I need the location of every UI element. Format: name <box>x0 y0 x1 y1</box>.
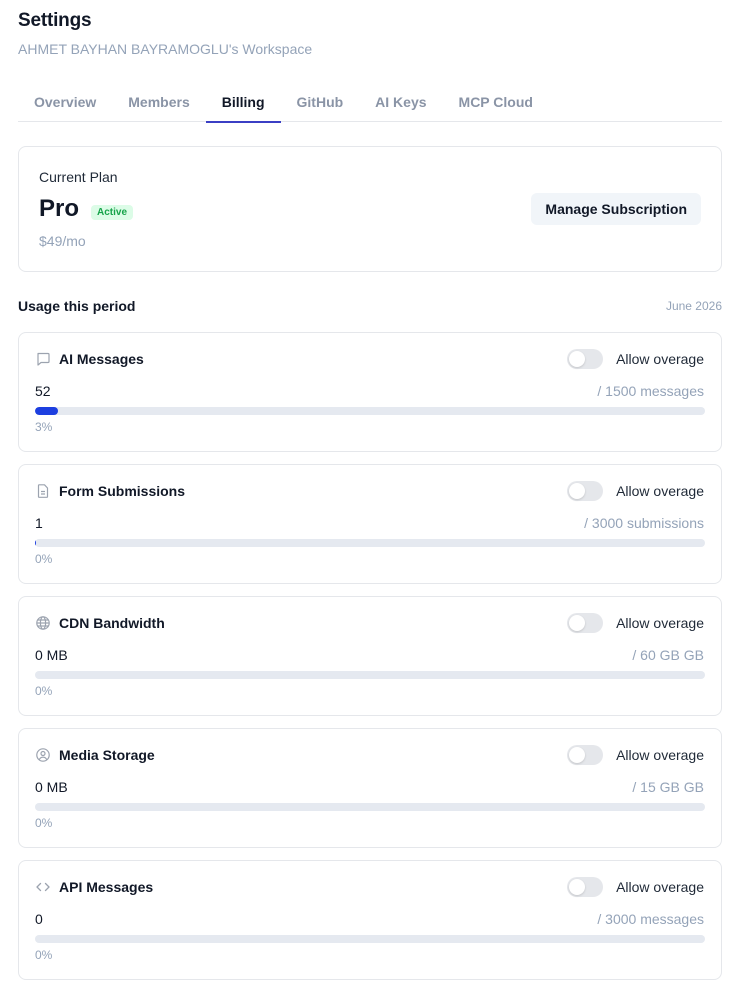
usage-progress-bar <box>35 539 705 547</box>
tab-mcp-cloud[interactable]: MCP Cloud <box>443 82 549 122</box>
code-icon <box>35 879 51 895</box>
usage-card-form-submissions: Form Submissions Allow overage 1 / 3000 … <box>18 464 722 584</box>
usage-name: Media Storage <box>59 747 155 763</box>
allow-overage-label: Allow overage <box>616 747 704 763</box>
tab-github[interactable]: GitHub <box>281 82 360 122</box>
allow-overage-label: Allow overage <box>616 615 704 631</box>
globe-icon <box>35 615 51 631</box>
usage-progress-fill <box>35 407 59 415</box>
usage-section-title: Usage this period <box>18 298 136 314</box>
current-plan-label: Current Plan <box>39 169 118 185</box>
page-title: Settings <box>18 10 92 31</box>
allow-overage-label: Allow overage <box>616 879 704 895</box>
usage-card-api-messages: API Messages Allow overage 0 / 3000 mess… <box>18 860 722 980</box>
settings-tabs: Overview Members Billing GitHub AI Keys … <box>18 82 722 123</box>
allow-overage-toggle[interactable] <box>567 349 603 369</box>
file-icon <box>35 483 51 499</box>
usage-name: AI Messages <box>59 351 144 367</box>
usage-limit: / 3000 messages <box>597 911 704 927</box>
usage-used: 52 <box>35 383 51 399</box>
usage-limit: / 1500 messages <box>597 383 704 399</box>
allow-overage-toggle[interactable] <box>567 613 603 633</box>
allow-overage-label: Allow overage <box>616 351 704 367</box>
usage-percent: 0% <box>35 816 53 830</box>
tab-ai-keys[interactable]: AI Keys <box>359 82 442 122</box>
usage-progress-bar <box>35 407 705 415</box>
plan-price: $49/mo <box>39 233 86 249</box>
usage-name: Form Submissions <box>59 483 186 499</box>
usage-progress-bar <box>35 803 705 811</box>
usage-limit: / 15 GB GB <box>632 779 704 795</box>
usage-limit: / 3000 submissions <box>584 515 704 531</box>
usage-percent: 0% <box>35 948 53 962</box>
usage-card-media-storage: Media Storage Allow overage 0 MB / 15 GB… <box>18 728 722 848</box>
usage-name: API Messages <box>59 879 154 895</box>
usage-limit: / 60 GB GB <box>632 647 704 663</box>
current-plan-card: Current Plan Pro Active $49/mo Manage Su… <box>18 146 722 272</box>
usage-card-cdn-bandwidth: CDN Bandwidth Allow overage 0 MB / 60 GB… <box>18 596 722 716</box>
allow-overage-toggle[interactable] <box>567 745 603 765</box>
usage-used: 0 MB <box>35 779 68 795</box>
usage-card-ai-messages: AI Messages Allow overage 52 / 1500 mess… <box>18 332 722 452</box>
usage-used: 0 MB <box>35 647 68 663</box>
usage-progress-bar <box>35 935 705 943</box>
tab-overview[interactable]: Overview <box>18 82 112 122</box>
allow-overage-toggle[interactable] <box>567 481 603 501</box>
usage-percent: 0% <box>35 684 53 698</box>
usage-period: June 2026 <box>665 299 722 313</box>
usage-name: CDN Bandwidth <box>59 615 165 631</box>
toggle-knob <box>569 747 585 763</box>
plan-status-badge: Active <box>91 205 134 220</box>
usage-used: 0 <box>35 911 43 927</box>
manage-subscription-button[interactable]: Manage Subscription <box>531 193 701 225</box>
workspace-name: AHMET BAYHAN BAYRAMOGLU's Workspace <box>18 41 313 57</box>
plan-name: Pro <box>39 195 80 222</box>
allow-overage-label: Allow overage <box>616 483 704 499</box>
toggle-knob <box>569 483 585 499</box>
usage-used: 1 <box>35 515 43 531</box>
toggle-knob <box>569 879 585 895</box>
usage-progress-bar <box>35 671 705 679</box>
allow-overage-toggle[interactable] <box>567 877 603 897</box>
toggle-knob <box>569 351 585 367</box>
tab-billing[interactable]: Billing <box>205 82 281 123</box>
toggle-knob <box>569 615 585 631</box>
usage-percent: 3% <box>35 420 53 434</box>
user-circle-icon <box>35 747 51 763</box>
tab-members[interactable]: Members <box>112 82 205 122</box>
message-square-icon <box>35 351 51 367</box>
usage-percent: 0% <box>35 552 53 566</box>
